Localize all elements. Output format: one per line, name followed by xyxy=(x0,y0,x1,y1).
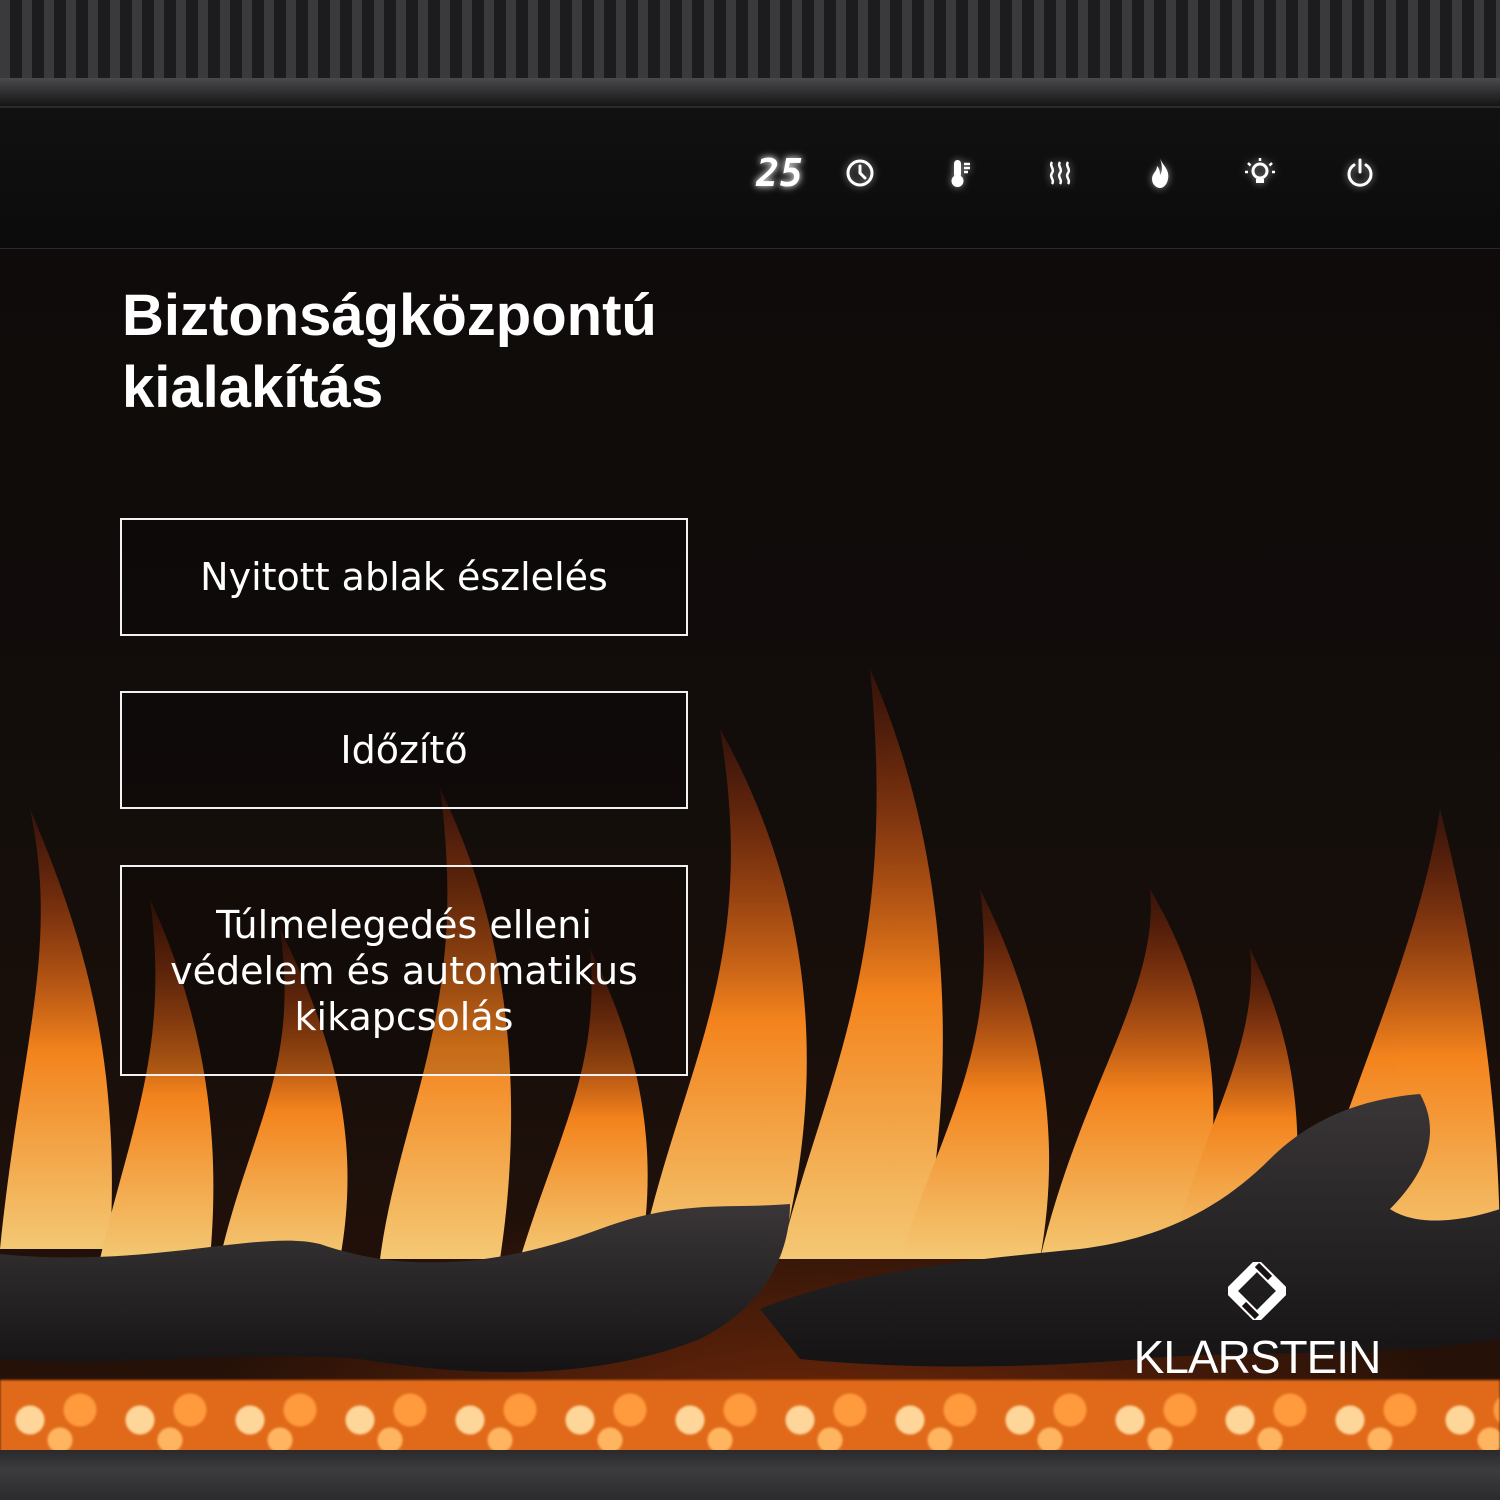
ember-bed xyxy=(0,1380,1500,1452)
feature-overheat-protection: Túlmelegedés elleni védelem és automatik… xyxy=(120,865,688,1076)
power-button[interactable] xyxy=(1310,150,1410,196)
feature-timer: Időzítő xyxy=(120,691,688,809)
feature-open-window-detection: Nyitott ablak észlelés xyxy=(120,518,688,636)
thermostat-button[interactable] xyxy=(910,150,1010,196)
temperature-display: 25 xyxy=(756,151,804,195)
title-line-2: kialakítás xyxy=(122,355,384,420)
brand-mark-icon xyxy=(1228,1262,1286,1320)
light-button[interactable] xyxy=(1210,150,1310,196)
timer-icon xyxy=(846,159,874,187)
brand-logo: KLARSTEIN xyxy=(1132,1262,1382,1384)
light-bulb-icon xyxy=(1245,158,1275,183)
thermometer-icon xyxy=(951,160,970,187)
control-buttons: 25 xyxy=(750,150,1410,196)
heat-button[interactable] xyxy=(1010,150,1110,196)
top-vent-trim xyxy=(0,78,1500,106)
timer-button[interactable] xyxy=(810,150,910,196)
flame-icon xyxy=(1152,158,1169,188)
page-title: Biztonságközpontú kialakítás xyxy=(122,280,657,424)
bottom-frame xyxy=(0,1450,1500,1500)
power-icon xyxy=(1347,158,1373,187)
flame-button[interactable] xyxy=(1110,150,1210,196)
title-line-1: Biztonságközpontú xyxy=(122,283,657,348)
heat-waves-icon xyxy=(1049,161,1071,185)
brand-name: KLARSTEIN xyxy=(1133,1331,1382,1383)
